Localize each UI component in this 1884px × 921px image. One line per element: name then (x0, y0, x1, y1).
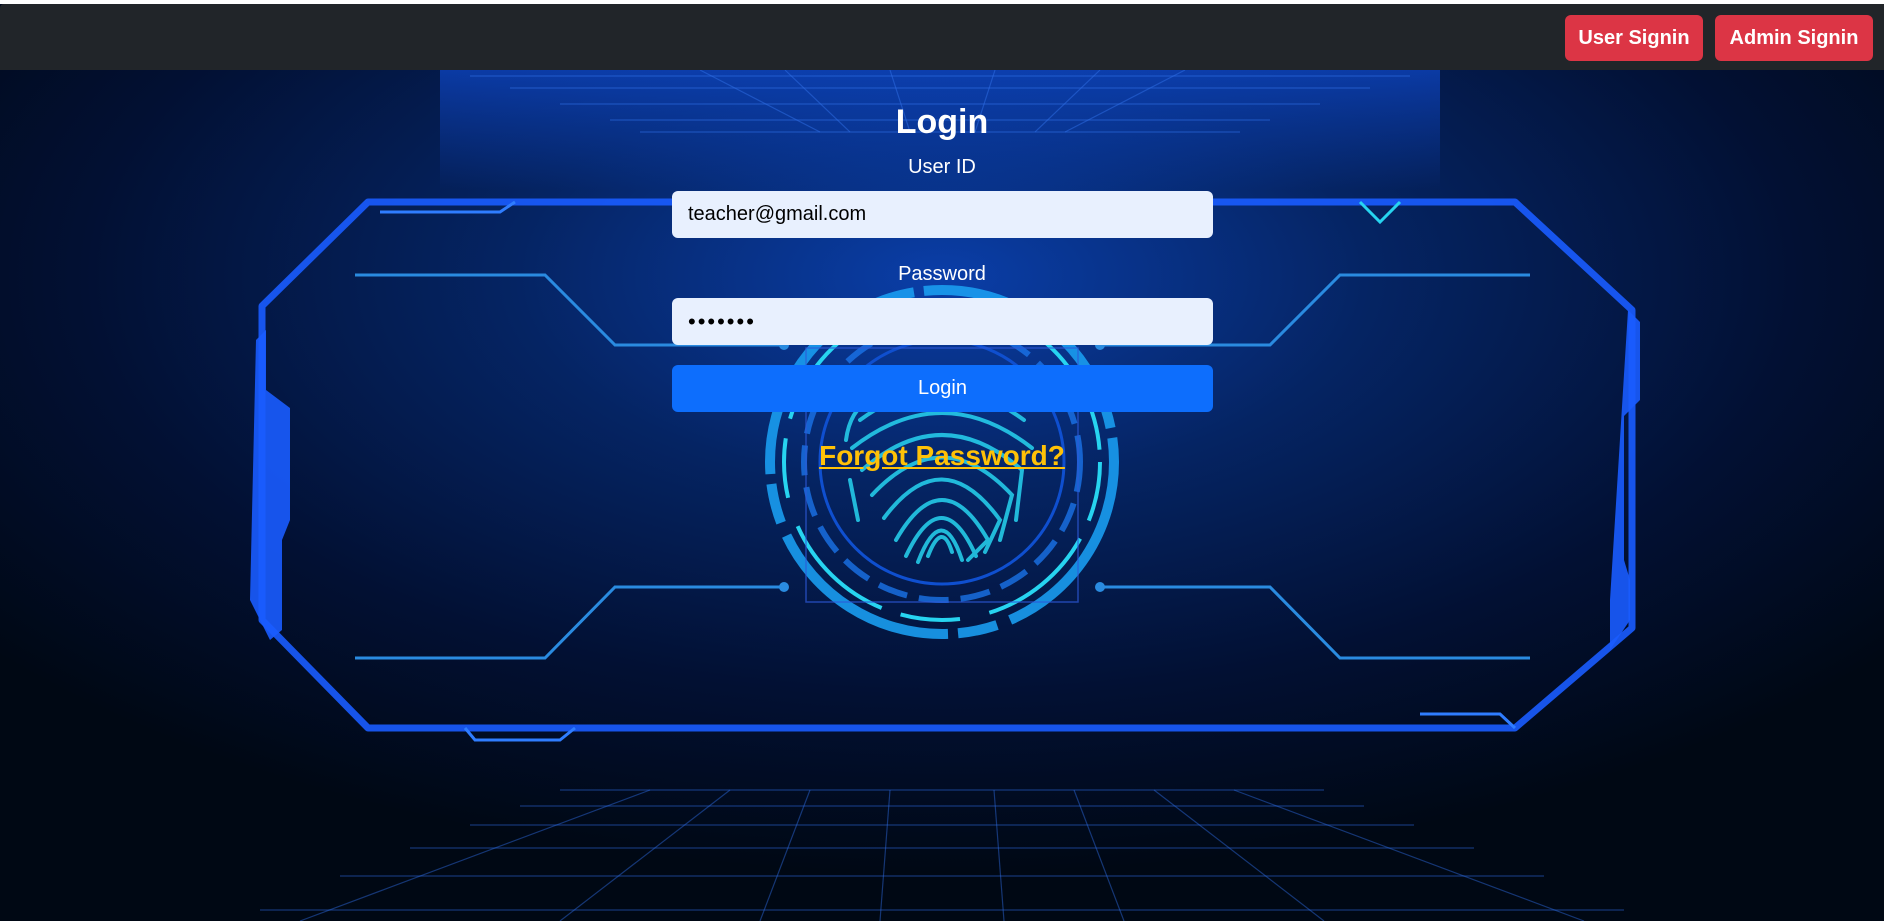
forgot-password-link[interactable]: Forgot Password? (819, 440, 1065, 471)
admin-signin-button[interactable]: Admin Signin (1715, 15, 1873, 61)
password-label: Password (898, 263, 986, 285)
login-page: User Signin Admin Signin Login User ID P… (0, 0, 1884, 921)
navbar: User Signin Admin Signin (0, 4, 1884, 70)
user-id-input[interactable] (672, 191, 1213, 238)
login-button[interactable]: Login (672, 365, 1213, 412)
window-top-edge (0, 0, 1884, 4)
forgot-password-link-container: Forgot Password? (0, 437, 1884, 475)
user-id-label: User ID (908, 156, 976, 178)
login-form: Login User ID Password Login Forgot Pass… (0, 0, 1884, 921)
user-signin-button[interactable]: User Signin (1565, 15, 1703, 61)
login-title: Login (895, 103, 989, 141)
password-input[interactable] (672, 298, 1213, 345)
